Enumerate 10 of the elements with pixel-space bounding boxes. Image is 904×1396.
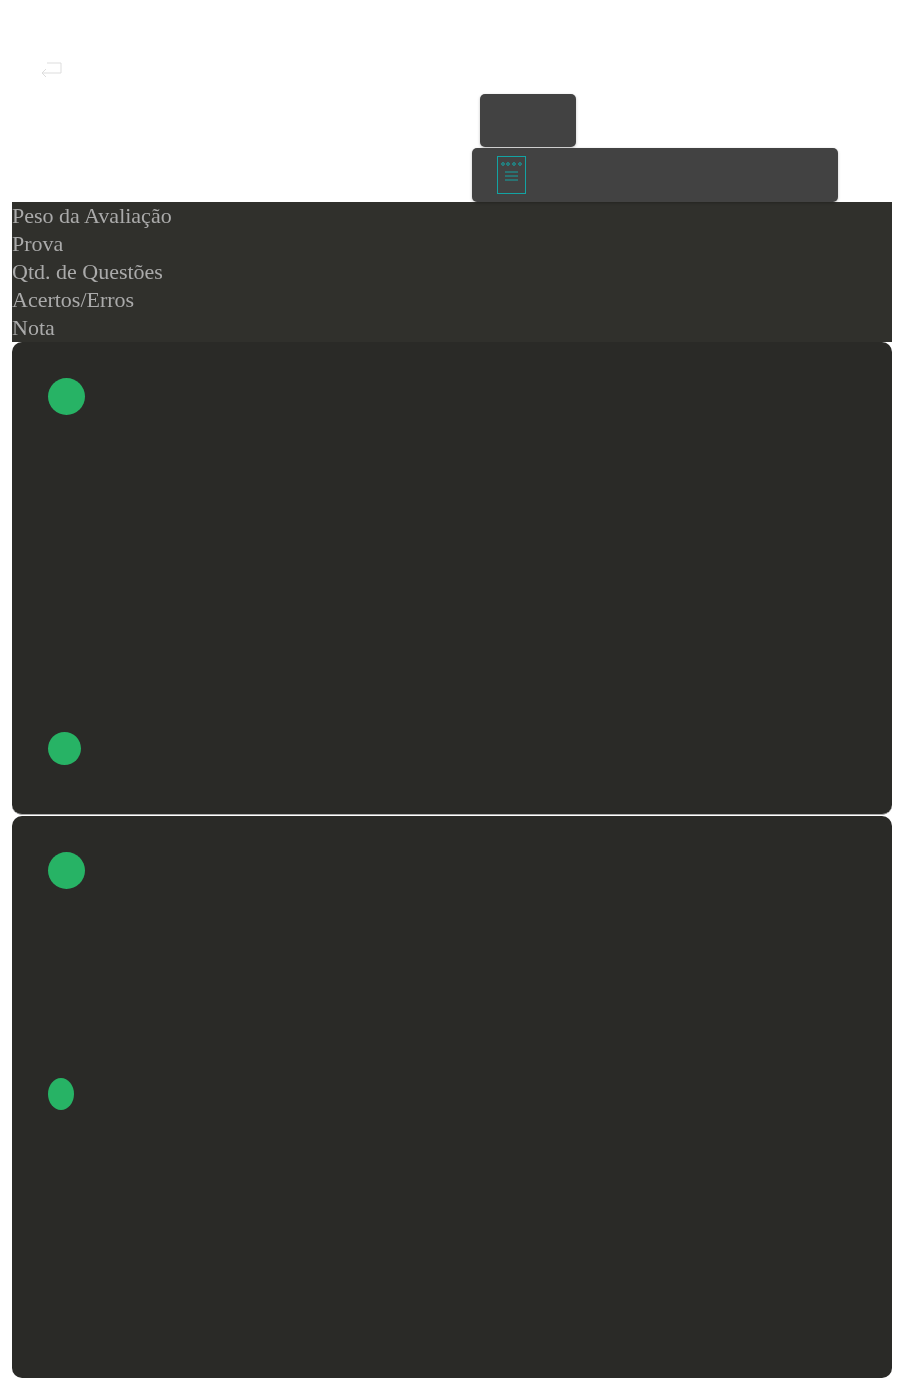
header-label: Qtd. de Questões (12, 258, 164, 286)
header-label: Peso da Avaliação (12, 202, 173, 230)
header-label: Acertos/Erros (12, 286, 136, 314)
status-dot (48, 732, 81, 765)
header-label: Prova (12, 230, 65, 258)
status-dot (48, 378, 85, 415)
header-label: Nota (12, 314, 56, 342)
status-dot (48, 852, 85, 889)
status-dot (48, 1078, 74, 1110)
document-icon[interactable] (497, 156, 527, 194)
